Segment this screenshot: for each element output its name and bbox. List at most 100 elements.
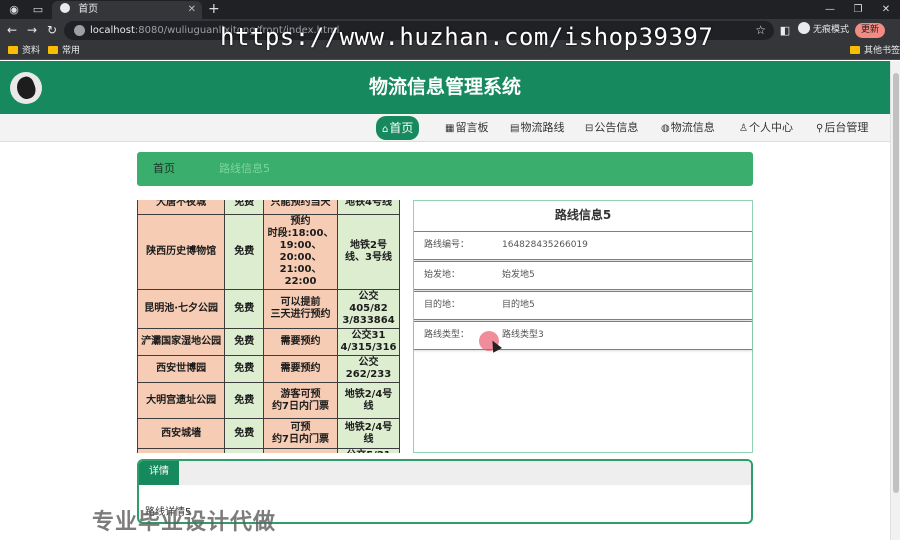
breadcrumb-home[interactable]: 首页 [153, 152, 175, 186]
image-cell-fee: 免费 [224, 355, 265, 383]
image-table-row: 昆明池·七夕公园 免费 可以提前 三天进行预约 公交405/82 3/833864 [137, 289, 400, 329]
info-row-origin: 始发地： 始发地5 [414, 261, 752, 290]
nav-home[interactable]: ⌂首页 [376, 116, 420, 140]
tab-search-icon[interactable]: ▭ [30, 2, 46, 17]
breadcrumb: 首页 路线信息5 [137, 152, 753, 186]
main-nav: ⌂首页 ▦留言板 ▤物流路线 ⊟公告信息 ◍物流信息 ♙个人中心 ⚲后台管理 [0, 114, 890, 142]
scrollbar-thumb[interactable] [893, 73, 899, 493]
link-icon: ⚲ [816, 123, 824, 134]
browser-tab[interactable]: 首页 ✕ [52, 1, 202, 19]
info-label: 路线编号： [424, 240, 470, 250]
announcement-icon: ⊟ [585, 123, 594, 134]
breadcrumb-current: 路线信息5 [219, 162, 270, 175]
chrome-menu-icon[interactable]: ◉ [6, 2, 22, 17]
image-cell-fee: 免费 [224, 289, 265, 329]
image-cell-name: 西安城墙 [137, 418, 226, 449]
image-table-row: 西安世博园 免费 需要预约 公交262/233 [137, 355, 400, 383]
bookmarks-bar: 资料 常用 其他书签 [0, 42, 900, 60]
image-cell-traffic: 地铁2号 线、3号线 [336, 214, 400, 290]
tab-favicon-icon [60, 3, 70, 13]
bookmark-folder-ziliao[interactable]: 资料 [8, 42, 40, 60]
image-cell-name: 西安世博园 [137, 355, 226, 383]
image-table-row: 大明宫遗址公园 免费 游客可预 约7日内门票 地铁2/4号线 [137, 382, 400, 419]
route-image-table: 大唐不夜城 免费 只能预约当天 地铁4号线 陕西历史博物馆 免费 预约 时段:18:00、 … [137, 200, 400, 453]
message-board-icon: ▦ [445, 123, 455, 134]
image-cell-note: 游客可预 约7日内门票 [263, 382, 338, 419]
nav-message-board[interactable]: ▦留言板 [445, 118, 488, 138]
folder-icon [48, 46, 58, 54]
bookmark-star-icon[interactable]: ☆ [755, 21, 766, 40]
image-table-row: 大唐不夜城 免费 只能预约当天 地铁4号线 [137, 200, 400, 215]
image-table-row: 大唐不夜城免费无需预约公交5/21 /27/60/41等 [137, 448, 400, 453]
info-label: 路线类型： [424, 330, 470, 340]
forward-icon[interactable]: → [24, 22, 40, 39]
back-icon[interactable]: ← [4, 22, 20, 39]
image-table-row: 浐灞国家湿地公园 免费 需要预约 公交31 4/315/316 [137, 328, 400, 356]
page-viewport: 物流信息管理系统 ⌂首页 ▦留言板 ▤物流路线 ⊟公告信息 ◍物流信息 ♙个人中… [0, 61, 890, 540]
image-cell-note: 无需预约 [263, 448, 338, 453]
image-cell-fee: 免费 [224, 200, 265, 215]
image-table-row: 西安城墙 免费 可预 约7日内门票 地铁2/4号线 [137, 418, 400, 449]
reload-icon[interactable]: ↻ [44, 22, 60, 39]
tab-close-icon[interactable]: ✕ [188, 1, 196, 19]
image-cell-name: 昆明池·七夕公园 [137, 289, 226, 329]
side-panel-icon[interactable]: ◧ [778, 22, 792, 39]
site-info-icon[interactable] [74, 25, 85, 36]
image-cell-note: 需要预约 [263, 355, 338, 383]
update-button[interactable]: 更新 [855, 23, 885, 38]
folder-icon [8, 46, 18, 54]
route-info-panel: 路线信息5 路线编号： 164828435266019 始发地： 始发地5 目的… [413, 200, 753, 453]
tab-detail[interactable]: 详情 [139, 461, 179, 485]
new-tab-icon[interactable]: + [208, 0, 220, 19]
site-title: 物流信息管理系统 [368, 76, 521, 98]
nav-logistics-info[interactable]: ◍物流信息 [661, 118, 715, 138]
minimize-icon[interactable]: — [816, 0, 844, 19]
image-cell-name: 陕西历史博物馆 [137, 214, 226, 290]
image-cell-note: 预约 时段:18:00、 19:00、20:00、 21:00、22:00 [263, 214, 338, 290]
bookmark-folder-changyong[interactable]: 常用 [48, 42, 80, 60]
image-cell-note: 需要预约 [263, 328, 338, 356]
incognito-icon [798, 22, 810, 34]
image-cell-fee: 免费 [224, 214, 265, 290]
detail-tabbar: 详情 [139, 461, 751, 485]
image-cell-name: 大唐不夜城 [137, 448, 226, 453]
nav-logistics-routes[interactable]: ▤物流路线 [510, 118, 564, 138]
info-row-destination: 目的地： 目的地5 [414, 291, 752, 320]
browser-toolbar: ← → ↻ localhost:8080/wuliuguanlixitong/f… [0, 19, 900, 42]
info-value: 始发地5 [502, 270, 535, 280]
image-cell-fee: 免费 [224, 418, 265, 449]
image-cell-name: 浐灞国家湿地公园 [137, 328, 226, 356]
info-label: 目的地： [424, 300, 461, 310]
image-cell-name: 大明宫遗址公园 [137, 382, 226, 419]
info-row-route-number: 路线编号： 164828435266019 [414, 231, 752, 260]
address-bar[interactable]: localhost:8080/wuliuguanlixitong/front/i… [64, 21, 774, 40]
image-cell-note: 可预 约7日内门票 [263, 418, 338, 449]
nav-admin[interactable]: ⚲后台管理 [816, 118, 868, 138]
image-cell-note: 只能预约当天 [263, 200, 338, 215]
maximize-icon[interactable]: ❐ [844, 0, 872, 19]
info-value: 164828435266019 [502, 240, 588, 250]
window-close-icon[interactable]: ✕ [872, 0, 900, 19]
image-table-row: 陕西历史博物馆 免费 预约 时段:18:00、 19:00、20:00、 21:00… [137, 214, 400, 290]
info-row-route-type: 路线类型： 路线类型3 [414, 321, 752, 350]
other-bookmarks[interactable]: 其他书签 [850, 42, 900, 60]
image-cell-traffic: 地铁4号线 [336, 200, 400, 215]
folder-icon [850, 46, 860, 54]
info-value: 路线类型3 [502, 330, 544, 340]
image-cell-name: 大唐不夜城 [137, 200, 226, 215]
nav-personal-center[interactable]: ♙个人中心 [739, 118, 793, 138]
image-cell-fee: 免费 [224, 448, 265, 453]
image-cell-fee: 免费 [224, 382, 265, 419]
image-cell-traffic: 公交31 4/315/316 [336, 328, 400, 356]
nav-announcements[interactable]: ⊟公告信息 [585, 118, 638, 138]
route-image: 大唐不夜城 免费 只能预约当天 地铁4号线 陕西历史博物馆 免费 预约 时段:18:00、 … [137, 200, 400, 453]
page-scrollbar[interactable] [890, 61, 900, 540]
image-cell-traffic: 公交262/233 [336, 355, 400, 383]
incognito-indicator[interactable]: 无痕模式 [798, 22, 849, 39]
browser-tab-strip: ◉ ▭ 首页 ✕ + — ❐ ✕ [0, 0, 900, 19]
routes-icon: ▤ [510, 123, 520, 134]
browser-tab-title: 首页 [78, 4, 99, 15]
logistics-info-icon: ◍ [661, 123, 670, 134]
image-cell-note: 可以提前 三天进行预约 [263, 289, 338, 329]
route-info-title: 路线信息5 [554, 208, 612, 222]
